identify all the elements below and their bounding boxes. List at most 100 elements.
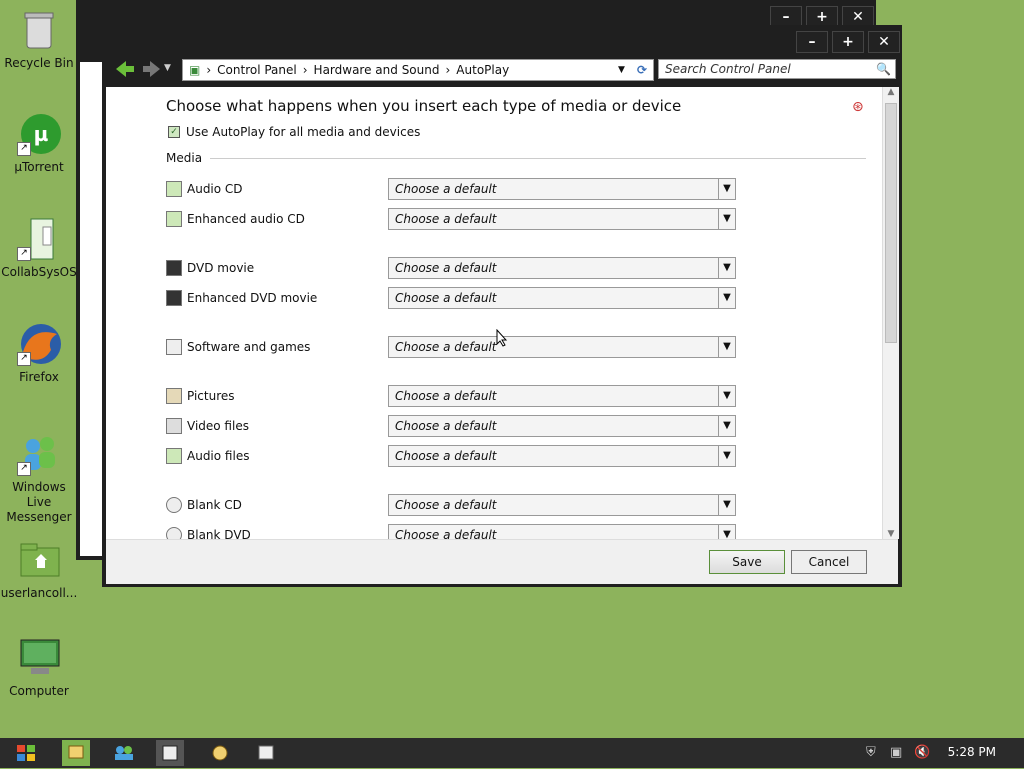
dropdown-value: Choose a default (395, 419, 497, 433)
scroll-down-icon[interactable]: ▼ (883, 529, 899, 539)
start-button[interactable] (12, 740, 40, 766)
help-icon[interactable]: ⊛ (852, 99, 864, 115)
media-row: Blank CD Choose a default ▼ (166, 493, 738, 517)
desktop-icon-label: µTorrent (14, 160, 64, 174)
history-dropdown-icon[interactable]: ▼ (164, 63, 171, 73)
minimize-button[interactable]: – (796, 31, 828, 53)
search-placeholder: Search Control Panel (665, 62, 791, 76)
shortcut-arrow-icon: ↗ (17, 247, 31, 261)
audio-cd-icon (166, 181, 182, 197)
media-row: Video files Choose a default ▼ (166, 414, 738, 438)
media-default-dropdown[interactable]: Choose a default ▼ (388, 415, 736, 437)
taskbar: ⛨ ▣ 🔇 5:28 PM (0, 738, 1024, 768)
search-icon[interactable]: 🔍 (876, 62, 891, 76)
scrollbar-thumb[interactable] (885, 103, 897, 343)
refresh-icon[interactable]: ⟳ (631, 63, 653, 77)
dropdown-value: Choose a default (395, 528, 497, 539)
forward-arrow-icon[interactable] (142, 59, 162, 79)
media-row: Pictures Choose a default ▼ (166, 384, 738, 408)
dropdown-value: Choose a default (395, 182, 497, 196)
chevron-down-icon: ▼ (718, 179, 735, 199)
address-dropdown-icon[interactable]: ▼ (612, 65, 631, 75)
content-area: Choose what happens when you insert each… (106, 87, 882, 539)
desktop-icon-firefox[interactable]: ↗ Firefox (0, 322, 78, 385)
checkbox-checked-icon[interactable]: ✓ (168, 126, 180, 138)
chevron-down-icon: ▼ (718, 446, 735, 466)
desktop-icon-collabsysos[interactable]: ↗ CollabSysOS (0, 217, 78, 280)
security-tray-icon[interactable]: ⛨ (866, 745, 876, 760)
autoplay-checkbox[interactable]: ✓ Use AutoPlay for all media and devices (168, 125, 420, 139)
address-bar: ▼ ▣ › Control Panel › Hardware and Sound… (106, 57, 898, 83)
media-row: DVD movie Choose a default ▼ (166, 256, 738, 280)
network-tray-icon[interactable]: ▣ (890, 745, 902, 760)
vertical-scrollbar[interactable]: ▲ ▼ (882, 87, 899, 539)
dropdown-value: Choose a default (395, 212, 497, 226)
media-default-dropdown[interactable]: Choose a default ▼ (388, 385, 736, 407)
desktop-icon-utorrent[interactable]: µ ↗ µTorrent (0, 112, 78, 175)
dropdown-value: Choose a default (395, 340, 497, 354)
cancel-button[interactable]: Cancel (791, 550, 867, 574)
desktop-icon-label: Computer (9, 684, 69, 698)
desktop-icon-user-folder[interactable]: userlancoll... (0, 538, 78, 601)
media-row: Blank DVD Choose a default ▼ (166, 523, 738, 539)
media-row-label: Audio CD (187, 182, 243, 196)
desktop-icon-computer[interactable]: Computer (0, 636, 78, 699)
chevron-down-icon: ▼ (718, 258, 735, 278)
chevron-down-icon: ▼ (718, 525, 735, 539)
blank-dvd-icon (166, 527, 182, 539)
maximize-button[interactable]: + (832, 31, 864, 53)
breadcrumb-item[interactable]: Control Panel (211, 63, 303, 77)
firefox-icon: ↗ (17, 322, 61, 366)
blank-cd-icon (166, 497, 182, 513)
back-arrow-icon[interactable] (114, 59, 136, 79)
media-row: Software and games Choose a default ▼ (166, 335, 738, 359)
shortcut-arrow-icon: ↗ (17, 462, 31, 476)
search-input[interactable]: Search Control Panel 🔍 (658, 59, 896, 79)
shortcut-arrow-icon: ↗ (17, 142, 31, 156)
chevron-down-icon: ▼ (718, 337, 735, 357)
media-default-dropdown[interactable]: Choose a default ▼ (388, 524, 736, 539)
clock[interactable]: 5:28 PM (948, 745, 996, 759)
desktop-icon-recycle-bin[interactable]: Recycle Bin (0, 8, 78, 71)
media-default-dropdown[interactable]: Choose a default ▼ (388, 208, 736, 230)
taskbar-window-button[interactable] (252, 740, 280, 766)
media-default-dropdown[interactable]: Choose a default ▼ (388, 257, 736, 279)
scroll-up-icon[interactable]: ▲ (883, 87, 899, 97)
utorrent-icon: µ ↗ (17, 112, 61, 156)
save-button[interactable]: Save (709, 550, 785, 574)
breadcrumb-item[interactable]: AutoPlay (450, 63, 515, 77)
media-row-label: Audio files (187, 449, 250, 463)
media-default-dropdown[interactable]: Choose a default ▼ (388, 494, 736, 516)
taskbar-app-button[interactable] (206, 740, 234, 766)
media-default-dropdown[interactable]: Choose a default ▼ (388, 445, 736, 467)
control-panel-icon: ▣ (189, 63, 201, 77)
close-button[interactable]: ✕ (868, 31, 900, 53)
breadcrumb-item[interactable]: Hardware and Sound (308, 63, 446, 77)
media-row-label: DVD movie (187, 261, 255, 275)
taskbar-messenger-button[interactable] (110, 740, 138, 766)
desktop-icon-label: Windows Live Messenger (6, 480, 72, 524)
recycle-bin-icon (17, 8, 61, 52)
taskbar-explorer-button[interactable] (62, 740, 90, 766)
pictures-icon (166, 388, 182, 404)
media-row: Enhanced DVD movie Choose a default ▼ (166, 286, 738, 310)
desktop-icon-label: userlancoll... (0, 586, 78, 600)
breadcrumb[interactable]: ▣ › Control Panel › Hardware and Sound ›… (182, 59, 654, 81)
media-default-dropdown[interactable]: Choose a default ▼ (388, 336, 736, 358)
volume-muted-icon[interactable]: 🔇 (914, 745, 930, 760)
media-row-label: Enhanced audio CD (187, 212, 305, 226)
chevron-down-icon: ▼ (718, 209, 735, 229)
media-row: Audio CD Choose a default ▼ (166, 177, 738, 201)
desktop-icon-windows-live-messenger[interactable]: ↗ Windows Live Messenger (0, 432, 78, 525)
enhanced-audio-cd-icon (166, 211, 182, 227)
taskbar-control-panel-button[interactable] (156, 740, 184, 766)
dialog-footer: Save Cancel (106, 539, 898, 584)
autoplay-window[interactable]: – + ✕ ▼ ▣ › Control Panel › Hardware and… (102, 25, 902, 587)
enhanced-dvd-movie-icon (166, 290, 182, 306)
dropdown-value: Choose a default (395, 389, 497, 403)
media-row-label: Blank DVD (187, 528, 251, 539)
media-row-label: Blank CD (187, 498, 242, 512)
media-default-dropdown[interactable]: Choose a default ▼ (388, 287, 736, 309)
media-default-dropdown[interactable]: Choose a default ▼ (388, 178, 736, 200)
chevron-down-icon: ▼ (718, 288, 735, 308)
